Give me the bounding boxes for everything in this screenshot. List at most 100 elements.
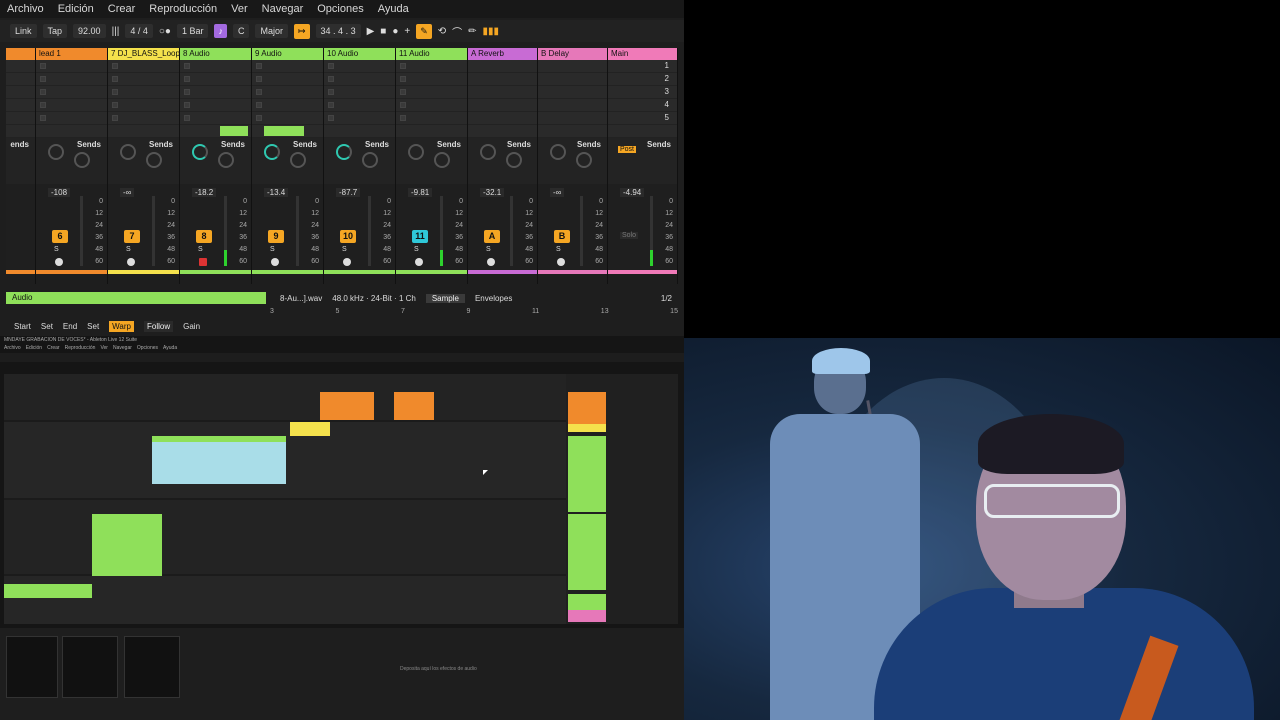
lane-lead[interactable] (4, 374, 566, 420)
clip-slot[interactable]: 4 (608, 99, 677, 112)
clip-slot[interactable] (468, 73, 537, 86)
track-title[interactable]: 9 Audio (252, 48, 323, 60)
menu-reproduccion[interactable]: Reproducción (142, 3, 224, 15)
arm-record-icon[interactable] (271, 258, 279, 266)
menu-crear[interactable]: Crear (101, 3, 143, 15)
clip-slot[interactable] (36, 73, 107, 86)
volume-readout[interactable]: -18.2 (192, 188, 217, 197)
solo-button[interactable]: S (414, 246, 419, 253)
clip-slot[interactable] (538, 112, 607, 125)
set-end-button[interactable]: Set (87, 322, 99, 331)
clip-slot[interactable] (180, 60, 251, 73)
track-activator[interactable]: 10 (340, 230, 356, 243)
volume-readout[interactable]: -4.94 (620, 188, 645, 197)
clip-slot[interactable] (6, 86, 35, 99)
arm-record-icon[interactable] (55, 258, 63, 266)
menu-opciones[interactable]: Opciones (310, 3, 370, 15)
stop-clip-icon[interactable] (400, 89, 406, 95)
stop-clip-icon[interactable] (40, 76, 46, 82)
stop-clip-icon[interactable] (256, 63, 262, 69)
clip-slot[interactable] (6, 60, 35, 73)
clip-slot[interactable] (538, 125, 607, 138)
clip-slot[interactable] (538, 99, 607, 112)
stop-clip-icon[interactable] (328, 89, 334, 95)
tab-sample[interactable]: Sample (425, 293, 465, 303)
menu-ayuda[interactable]: Ayuda (163, 345, 177, 351)
clip-slot[interactable] (108, 112, 179, 125)
clip-yellow[interactable] (290, 422, 330, 436)
volume-readout[interactable]: -87.7 (336, 188, 361, 197)
stop-clip-icon[interactable] (400, 63, 406, 69)
automation-arm-icon[interactable]: ✎ (416, 23, 432, 39)
solo-button[interactable]: S (342, 246, 347, 253)
track-activator[interactable]: 7 (124, 230, 140, 243)
clip-slot[interactable] (36, 112, 107, 125)
clip-slot[interactable] (6, 99, 35, 112)
clip-slot[interactable] (608, 125, 677, 138)
clip-slot[interactable] (108, 86, 179, 99)
arm-record-icon[interactable] (487, 258, 495, 266)
send-a-knob[interactable] (264, 144, 280, 160)
send-a-knob[interactable] (550, 144, 566, 160)
arm-record-icon[interactable] (127, 258, 135, 266)
clip-page-indicator[interactable]: 1/2 (661, 294, 678, 303)
solo-button[interactable]: S (486, 246, 491, 253)
stop-clip-icon[interactable] (112, 63, 118, 69)
clip-slot[interactable] (36, 86, 107, 99)
volume-readout[interactable]: -32.1 (480, 188, 505, 197)
track-title[interactable]: A Reverb (468, 48, 537, 60)
send-b-knob[interactable] (362, 152, 378, 168)
solo-button[interactable]: S (270, 246, 275, 253)
arm-record-icon[interactable] (343, 258, 351, 266)
clip-orange-1[interactable] (320, 392, 374, 420)
device-compressor[interactable] (124, 636, 180, 698)
stop-clip-icon[interactable] (256, 76, 262, 82)
clip-slot[interactable]: 2 (608, 73, 677, 86)
send-a-knob[interactable] (480, 144, 496, 160)
volume-readout[interactable]: -108 (48, 188, 71, 197)
clip-slot[interactable]: 1 (608, 60, 677, 73)
clip-slot[interactable] (468, 60, 537, 73)
key-select[interactable]: C (232, 24, 250, 38)
menu-reproduccion[interactable]: Reproducción (65, 345, 96, 351)
send-b-knob[interactable] (74, 152, 90, 168)
strip-audio-10[interactable] (568, 594, 606, 610)
track-title[interactable]: lead 1 (36, 48, 107, 60)
stop-clip-icon[interactable] (184, 102, 190, 108)
clip-slot[interactable] (324, 99, 395, 112)
tab-envelopes[interactable]: Envelopes (475, 294, 512, 303)
clip-slot[interactable] (252, 73, 323, 86)
clip-slot[interactable] (324, 73, 395, 86)
track-title[interactable]: 7 DJ_BLASS_Loop (108, 48, 179, 60)
send-a-knob[interactable] (192, 144, 208, 160)
menu-archivo[interactable]: Archivo (4, 345, 21, 351)
strip-audio-9[interactable] (568, 514, 606, 590)
menu-edicion[interactable]: Edición (51, 3, 101, 15)
set-start-button[interactable]: Set (41, 322, 53, 331)
clip-slot[interactable] (396, 125, 467, 138)
solo-button[interactable]: S (54, 246, 59, 253)
track-title[interactable]: 10 Audio (324, 48, 395, 60)
clip-slot[interactable] (108, 125, 179, 138)
stop-clip-icon[interactable] (40, 102, 46, 108)
stop-clip-icon[interactable] (328, 76, 334, 82)
strip-audio-8[interactable] (568, 436, 606, 512)
send-b-knob[interactable] (576, 152, 592, 168)
menu-navegar[interactable]: Navegar (113, 345, 132, 351)
arm-record-icon[interactable] (415, 258, 423, 266)
clip-slot[interactable] (180, 73, 251, 86)
clip-slot[interactable] (108, 99, 179, 112)
stop-icon[interactable]: ■ (380, 26, 386, 37)
stop-clip-icon[interactable] (184, 89, 190, 95)
clip-audio-9[interactable] (92, 514, 162, 576)
clip-slot[interactable] (396, 112, 467, 125)
sample-ruler[interactable]: 3 5 7 9 11 13 15 (270, 308, 678, 316)
stop-clip-icon[interactable] (400, 115, 406, 121)
stop-clip-icon[interactable] (40, 63, 46, 69)
playing-clip-indicator[interactable] (220, 126, 248, 136)
draw-mode-icon[interactable]: ✏ (468, 26, 476, 37)
clip-slot[interactable] (6, 125, 35, 138)
clip-slot[interactable] (396, 60, 467, 73)
clip-slot[interactable] (36, 60, 107, 73)
io-section[interactable] (6, 636, 58, 698)
